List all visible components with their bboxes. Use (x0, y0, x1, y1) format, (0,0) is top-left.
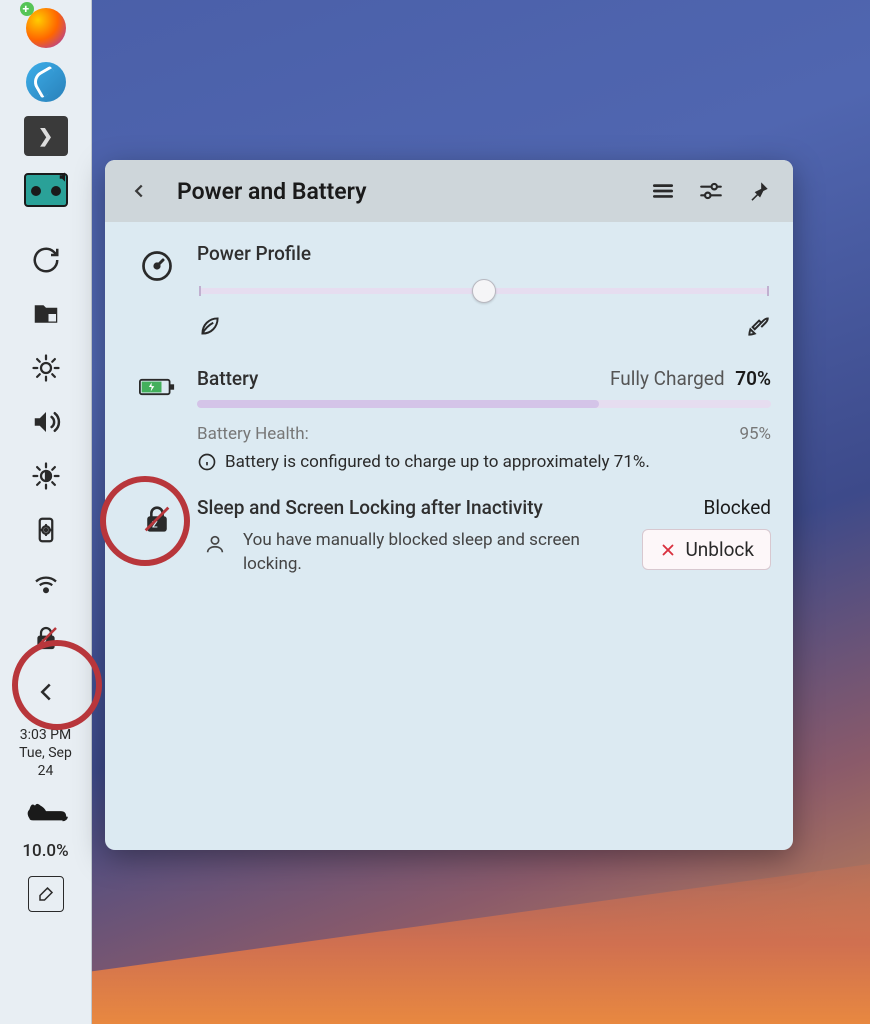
sleep-lock-blocked-icon: Z (28, 620, 64, 656)
wifi-dot-icon (28, 566, 64, 602)
unblock-label: Unblock (685, 538, 754, 561)
leaf-icon (197, 313, 223, 343)
battery-health-row: Battery Health: 95% (197, 424, 771, 444)
taskbar-panel: ❯ (0, 0, 92, 1024)
power-profile-slider[interactable] (199, 279, 769, 303)
clock-time: 3:03 PM (19, 726, 72, 744)
vault-folder-icon (28, 296, 64, 332)
rocket-icon (745, 313, 771, 343)
notepad-icon (28, 876, 64, 912)
info-icon (197, 452, 217, 472)
slider-thumb[interactable] (472, 279, 496, 303)
popup-title: Power and Battery (177, 178, 633, 205)
firefox-icon (26, 8, 66, 48)
battery-health-label: Battery Health: (197, 424, 309, 444)
popup-header: Power and Battery (105, 160, 793, 222)
menu-button[interactable] (645, 173, 681, 209)
tray-network[interactable] (22, 560, 70, 608)
battery-title: Battery (197, 367, 258, 390)
battery-charging-icon (127, 367, 187, 472)
sun-half-icon (28, 458, 64, 494)
phone-gear-icon (28, 512, 64, 548)
tray-kde-connect[interactable] (22, 506, 70, 554)
clock-date: 24 (19, 762, 72, 780)
sleep-status: Blocked (704, 496, 771, 519)
app-cassette[interactable] (22, 166, 70, 214)
power-battery-popup: Power and Battery Power Profile (105, 160, 793, 850)
cat-icon (24, 800, 68, 826)
tray-runcat[interactable] (22, 797, 70, 829)
battery-status: Fully Charged 70% (610, 367, 771, 390)
section-power-profile: Power Profile (127, 242, 771, 343)
battery-progress (197, 400, 771, 408)
back-button[interactable] (121, 173, 157, 209)
tray-power-management[interactable]: Z (22, 614, 70, 662)
tray-volume[interactable] (22, 398, 70, 446)
kate-icon (26, 62, 66, 102)
cassette-icon (24, 173, 68, 207)
pin-button[interactable] (741, 173, 777, 209)
chevron-left-icon (128, 180, 150, 202)
battery-note: Battery is configured to charge up to ap… (197, 452, 771, 472)
popup-body: Power Profile (105, 222, 793, 621)
sleep-lock-blocked-icon: Z (127, 496, 187, 577)
sleep-description: You have manually blocked sleep and scre… (243, 529, 603, 577)
section-sleep-lock: Z Sleep and Screen Locking after Inactiv… (127, 496, 771, 577)
tray-expand[interactable] (22, 668, 70, 716)
sun-outline-icon (28, 350, 64, 386)
pin-icon (746, 178, 772, 204)
close-x-icon (659, 541, 677, 559)
tray-brightness-sun[interactable] (22, 344, 70, 392)
battery-health-value: 95% (739, 424, 771, 444)
battery-percent: 70% (735, 367, 771, 390)
taskbar-clock[interactable]: 3:03 PM Tue, Sep 24 (19, 722, 72, 785)
tray-vault[interactable] (22, 290, 70, 338)
section-battery: Battery Fully Charged 70% Battery Health… (127, 367, 771, 472)
tray-show-desktop[interactable] (22, 867, 70, 915)
configure-button[interactable] (693, 173, 729, 209)
sound-badge-icon (58, 169, 72, 188)
battery-note-text: Battery is configured to charge up to ap… (225, 452, 650, 472)
sleep-title: Sleep and Screen Locking after Inactivit… (197, 496, 543, 519)
tray-refresh[interactable] (22, 236, 70, 284)
runcat-percent: 10.0% (22, 835, 68, 861)
sliders-icon (698, 178, 724, 204)
speaker-icon (28, 404, 64, 440)
terminal-icon: ❯ (24, 116, 68, 156)
app-terminal[interactable]: ❯ (22, 112, 70, 160)
unblock-button[interactable]: Unblock (642, 529, 771, 570)
power-profile-title: Power Profile (197, 242, 771, 265)
power-profile-icon (127, 242, 187, 343)
hamburger-icon (650, 178, 676, 204)
chevron-left-icon (28, 674, 64, 710)
user-icon (197, 529, 233, 555)
clock-day: Tue, Sep (19, 744, 72, 762)
refresh-icon (28, 242, 64, 278)
tray-brightness-half[interactable] (22, 452, 70, 500)
app-firefox[interactable] (22, 4, 70, 52)
app-kate[interactable] (22, 58, 70, 106)
